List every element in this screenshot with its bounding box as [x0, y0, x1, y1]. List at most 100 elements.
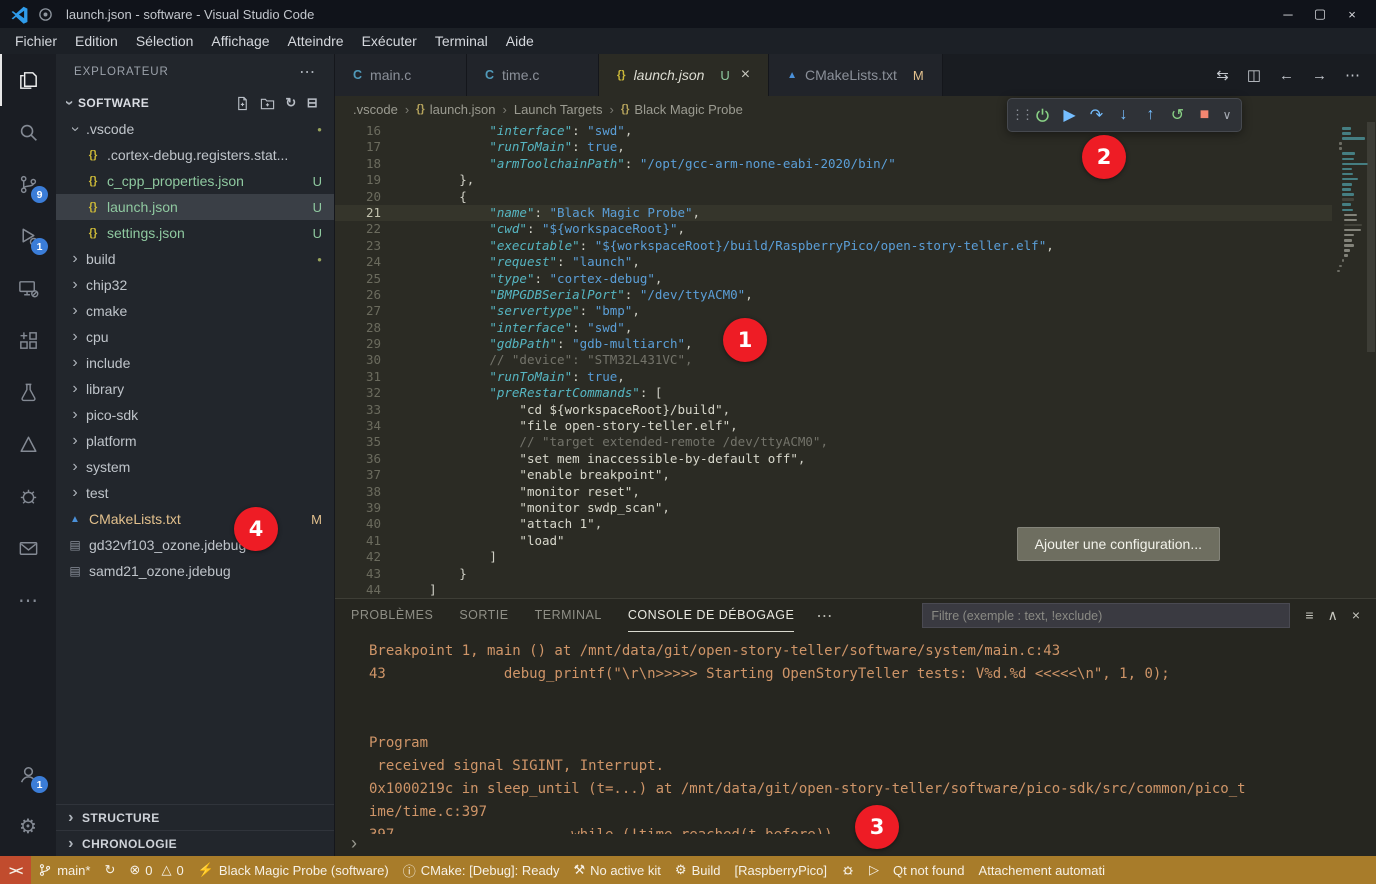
tree-item[interactable]: ›pico-sdk — [56, 402, 334, 428]
code-line[interactable]: 24 "request": "launch", — [335, 254, 1332, 270]
problems-item[interactable]: ⊗ 0 △ 0 — [122, 856, 190, 884]
console-filter-input[interactable] — [922, 603, 1290, 628]
code-line[interactable]: 29 "gdbPath": "gdb-multiarch", — [335, 336, 1332, 352]
more-actions-icon[interactable]: ⋯ — [1345, 66, 1360, 84]
power-button[interactable] — [1029, 101, 1056, 129]
collapse-folders-icon[interactable]: ⊟ — [307, 95, 318, 111]
activity-testing[interactable] — [0, 366, 56, 418]
code-line[interactable]: 44 ] — [335, 582, 1332, 598]
panel-tab-sortie[interactable]: SORTIE — [459, 599, 508, 632]
tree-item[interactable]: ›library — [56, 376, 334, 402]
menu-item[interactable]: Affichage — [202, 31, 278, 51]
minimize-button[interactable]: ─ — [1274, 3, 1302, 25]
activity-packages[interactable] — [0, 522, 56, 574]
tree-item[interactable]: ›cmake — [56, 298, 334, 324]
code-line[interactable]: 33 "cd ${workspaceRoot}/build", — [335, 402, 1332, 418]
auto-attach-item[interactable]: Attachement automati — [972, 856, 1112, 884]
tree-item[interactable]: ›chip32 — [56, 272, 334, 298]
run-target-button[interactable]: ▷ — [862, 856, 886, 884]
breadcrumb-item[interactable]: .vscode — [353, 102, 398, 117]
tree-item[interactable]: ›test — [56, 480, 334, 506]
activity-source-control[interactable]: 9 — [0, 158, 56, 210]
activity-remote-explorer[interactable] — [0, 262, 56, 314]
code-line[interactable]: 17 "runToMain": true, — [335, 139, 1332, 155]
new-folder-icon[interactable] — [260, 96, 275, 111]
activity-peripheral-viewer[interactable] — [0, 470, 56, 522]
activity-run-and-debug[interactable]: 1 — [0, 210, 56, 262]
step-out-button[interactable]: ↑ — [1137, 101, 1164, 129]
code-line[interactable]: 22 "cwd": "${workspaceRoot}", — [335, 221, 1332, 237]
code-line[interactable]: 39 "monitor swdp_scan", — [335, 500, 1332, 516]
activity-settings[interactable]: ⚙ — [0, 800, 56, 852]
tree-item[interactable]: {}launch.jsonU — [56, 194, 334, 220]
code-line[interactable]: 20 { — [335, 189, 1332, 205]
code-line[interactable]: 26 "BMPGDBSerialPort": "/dev/ttyACM0", — [335, 287, 1332, 303]
section-structure[interactable]: ›STRUCTURE — [56, 804, 334, 830]
menu-item[interactable]: Edition — [66, 31, 127, 51]
editor-scrollbar[interactable] — [1366, 122, 1376, 598]
menu-item[interactable]: Aide — [497, 31, 543, 51]
menu-item[interactable]: Sélection — [127, 31, 203, 51]
sync-button[interactable]: ↻ — [97, 856, 122, 884]
add-configuration-button[interactable]: Ajouter une configuration... — [1017, 527, 1220, 561]
code-line[interactable]: 34 "file open-story-teller.elf", — [335, 418, 1332, 434]
panel-tab-terminal[interactable]: TERMINAL — [535, 599, 602, 632]
console-options-icon[interactable]: ≡ — [1305, 607, 1313, 624]
code-line[interactable]: 23 "executable": "${workspaceRoot}/build… — [335, 238, 1332, 254]
tree-item[interactable]: ▲CMakeLists.txtM — [56, 506, 334, 532]
code-line[interactable]: 35 // "target extended-remote /dev/ttyAC… — [335, 434, 1332, 450]
activity-accounts[interactable]: 1 — [0, 748, 56, 800]
activity-search[interactable] — [0, 106, 56, 158]
close-panel-icon[interactable]: × — [1352, 607, 1360, 624]
debug-target-button[interactable] — [834, 856, 862, 884]
new-file-icon[interactable] — [235, 96, 250, 111]
tab-launch.json[interactable]: {}launch.jsonU× — [599, 54, 769, 96]
branch-item[interactable]: main* — [31, 856, 97, 884]
tree-item[interactable]: ▤samd21_ozone.jdebug — [56, 558, 334, 584]
tree-item[interactable]: ›include — [56, 350, 334, 376]
maximize-button[interactable]: ▢ — [1306, 3, 1334, 25]
workspace-section-header[interactable]: › SOFTWARE ↻ ⊟ — [56, 90, 334, 116]
remote-indicator[interactable]: >< — [0, 856, 31, 884]
code-line[interactable]: 28 "interface": "swd", — [335, 320, 1332, 336]
tree-item[interactable]: {}settings.jsonU — [56, 220, 334, 246]
code-line[interactable]: 37 "enable breakpoint", — [335, 467, 1332, 483]
panel-more-icon[interactable]: ⋯ — [816, 606, 832, 626]
panel-tab-console-de-d-bogage[interactable]: CONSOLE DE DÉBOGAGE — [628, 599, 794, 632]
stop-button[interactable]: ■ — [1191, 101, 1218, 129]
code-line[interactable]: 21 "name": "Black Magic Probe", — [335, 205, 1332, 221]
tree-item[interactable]: ▤gd32vf103_ozone.jdebug — [56, 532, 334, 558]
tree-item[interactable]: ›cpu — [56, 324, 334, 350]
activity-more-views[interactable]: ⋯ — [0, 574, 56, 626]
minimap[interactable] — [1332, 122, 1366, 598]
menu-item[interactable]: Exécuter — [353, 31, 426, 51]
activity-explorer[interactable] — [0, 54, 56, 106]
tab-time.c[interactable]: Ctime.c — [467, 54, 599, 96]
code-line[interactable]: 43 } — [335, 566, 1332, 582]
code-line[interactable]: 36 "set mem inaccessible-by-default off"… — [335, 451, 1332, 467]
split-editor-icon[interactable]: ◫ — [1247, 66, 1261, 84]
console-input-prompt[interactable]: › — [335, 834, 1376, 856]
step-over-button[interactable]: ↷ — [1083, 101, 1110, 129]
step-into-button[interactable]: ↓ — [1110, 101, 1137, 129]
tree-item[interactable]: {}c_cpp_properties.jsonU — [56, 168, 334, 194]
navigate-back-icon[interactable]: ← — [1279, 67, 1294, 84]
launch-target-item[interactable]: [RaspberryPico] — [727, 856, 833, 884]
kit-selector-item[interactable]: ⚒ No active kit — [566, 856, 667, 884]
debug-config-item[interactable]: ⚡ Black Magic Probe (software) — [191, 856, 396, 884]
code-line[interactable]: 25 "type": "cortex-debug", — [335, 271, 1332, 287]
tree-item[interactable]: ›platform — [56, 428, 334, 454]
tree-item[interactable]: ›system — [56, 454, 334, 480]
code-line[interactable]: 30 // "device": "STM32L431VC", — [335, 352, 1332, 368]
scrollbar-thumb[interactable] — [1367, 122, 1375, 352]
drag-handle[interactable]: ⋮⋮ — [1013, 101, 1029, 129]
activity-cmake-tools[interactable] — [0, 418, 56, 470]
activity-extensions[interactable] — [0, 314, 56, 366]
code-line[interactable]: 19 }, — [335, 172, 1332, 188]
restart-button[interactable]: ↺ — [1164, 101, 1191, 129]
breadcrumb-item[interactable]: {}Black Magic Probe — [621, 102, 743, 117]
tab-CMakeLists.txt[interactable]: ▲CMakeLists.txtM — [769, 54, 943, 96]
more-button[interactable]: ∨ — [1218, 101, 1236, 129]
qt-status-item[interactable]: Qt not found — [886, 856, 972, 884]
navigate-forward-icon[interactable]: → — [1312, 67, 1327, 84]
